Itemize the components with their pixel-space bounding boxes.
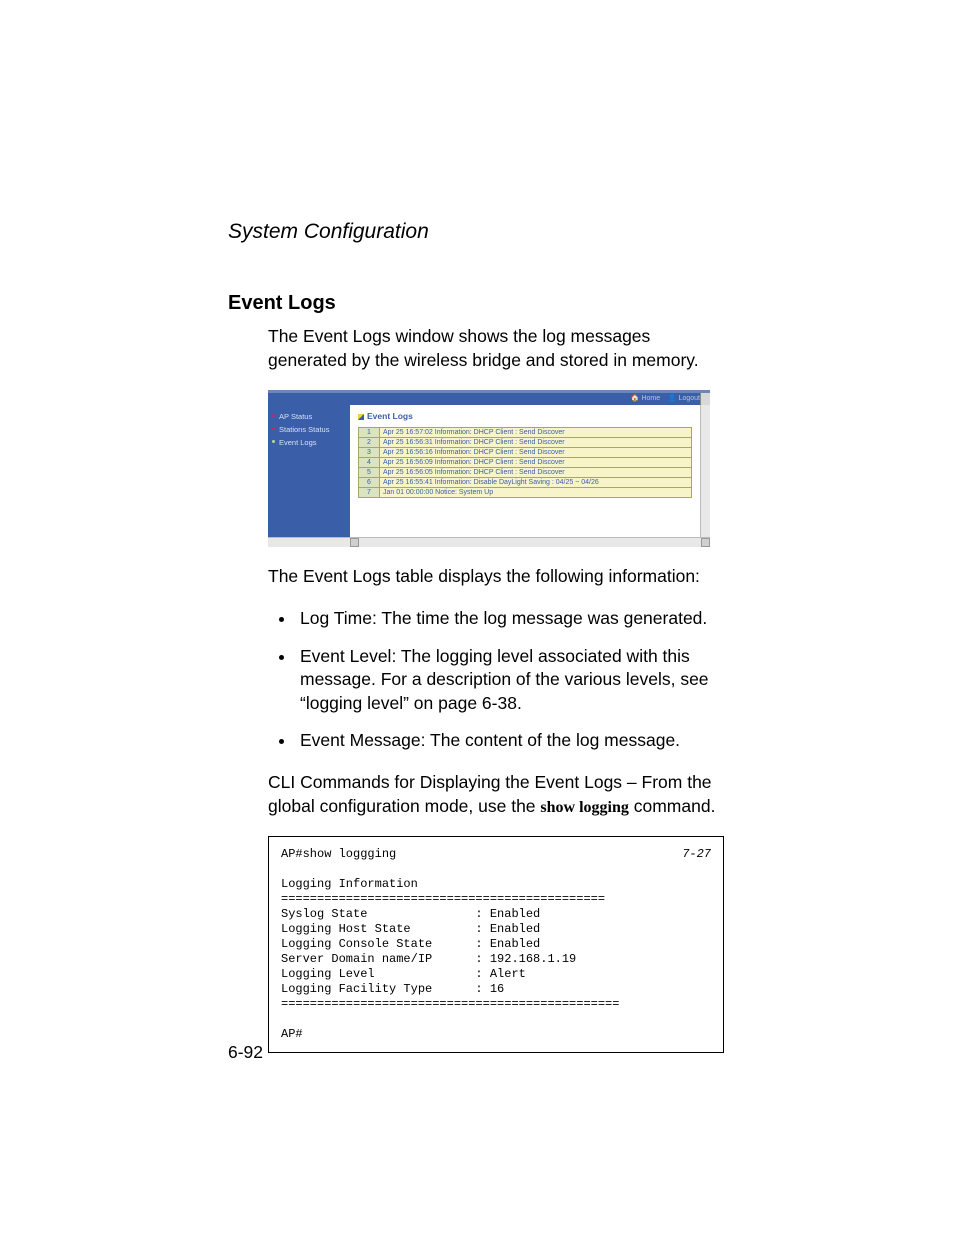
row-message: Apr 25 16:56:31 Information: DHCP Client… <box>380 438 692 448</box>
page-number: 6-92 <box>228 1042 263 1063</box>
row-message: Apr 25 16:56:05 Information: DHCP Client… <box>380 468 692 478</box>
logout-link[interactable]: 👤 Logout <box>668 395 700 402</box>
event-log-table: 1Apr 25 16:57:02 Information: DHCP Clien… <box>358 427 692 498</box>
row-number: 5 <box>359 468 380 478</box>
section-title: Event Logs <box>228 292 724 315</box>
scroll-right-icon[interactable] <box>701 538 710 547</box>
screenshot-sidebar: AP StatusStations StatusEvent Logs <box>268 405 350 537</box>
row-message: Apr 25 16:56:16 Information: DHCP Client… <box>380 448 692 458</box>
vertical-scrollbar[interactable] <box>700 405 710 537</box>
table-row: 3Apr 25 16:56:16 Information: DHCP Clien… <box>359 448 692 458</box>
table-row: 6Apr 25 16:55:41 Information: Disable Da… <box>359 478 692 488</box>
row-number: 7 <box>359 488 380 498</box>
row-number: 4 <box>359 458 380 468</box>
inline-command: show logging <box>540 799 628 816</box>
sidebar-item[interactable]: Stations Status <box>272 423 346 436</box>
table-row: 1Apr 25 16:57:02 Information: DHCP Clien… <box>359 428 692 438</box>
sidebar-item[interactable]: Event Logs <box>272 436 346 449</box>
info-bullets: Log Time: The time the log message was g… <box>268 607 724 753</box>
row-number: 1 <box>359 428 380 438</box>
row-number: 3 <box>359 448 380 458</box>
event-logs-screenshot: 🏠 Home 👤 Logout AP StatusStations Status… <box>268 390 710 547</box>
list-item: Event Level: The logging level associate… <box>296 645 724 716</box>
list-item: Event Message: The content of the log me… <box>296 729 724 753</box>
row-message: Apr 25 16:56:09 Information: DHCP Client… <box>380 458 692 468</box>
chapter-title: System Configuration <box>228 220 724 244</box>
sidebar-item[interactable]: AP Status <box>272 410 346 423</box>
scroll-left-icon[interactable] <box>350 538 359 547</box>
row-message: Jan 01 00:00:00 Notice: System Up <box>380 488 692 498</box>
cli-page-ref: 7-27 <box>682 847 711 862</box>
screenshot-main-panel: Event Logs 1Apr 25 16:57:02 Information:… <box>350 405 700 537</box>
row-number: 6 <box>359 478 380 488</box>
intro-paragraph: The Event Logs window shows the log mess… <box>268 325 724 372</box>
table-info-lead: The Event Logs table displays the follow… <box>268 565 724 589</box>
screenshot-topbar: 🏠 Home 👤 Logout <box>268 393 710 405</box>
row-message: Apr 25 16:55:41 Information: Disable Day… <box>380 478 692 488</box>
table-row: 5Apr 25 16:56:05 Information: DHCP Clien… <box>359 468 692 478</box>
panel-title: Event Logs <box>358 411 692 421</box>
scroll-up-icon[interactable] <box>700 393 710 405</box>
row-number: 2 <box>359 438 380 448</box>
cli-output-box: 7-27 AP#show loggging Logging Information… <box>268 836 724 1053</box>
table-row: 2Apr 25 16:56:31 Information: DHCP Clien… <box>359 438 692 448</box>
horizontal-scrollbar[interactable] <box>268 537 710 547</box>
cli-output-text: AP#show loggging Logging Information ===… <box>281 847 619 1041</box>
table-row: 4Apr 25 16:56:09 Information: DHCP Clien… <box>359 458 692 468</box>
home-link[interactable]: 🏠 Home <box>631 395 660 402</box>
row-message: Apr 25 16:57:02 Information: DHCP Client… <box>380 428 692 438</box>
cli-intro: CLI Commands for Displaying the Event Lo… <box>268 771 724 818</box>
list-item: Log Time: The time the log message was g… <box>296 607 724 631</box>
table-row: 7Jan 01 00:00:00 Notice: System Up <box>359 488 692 498</box>
